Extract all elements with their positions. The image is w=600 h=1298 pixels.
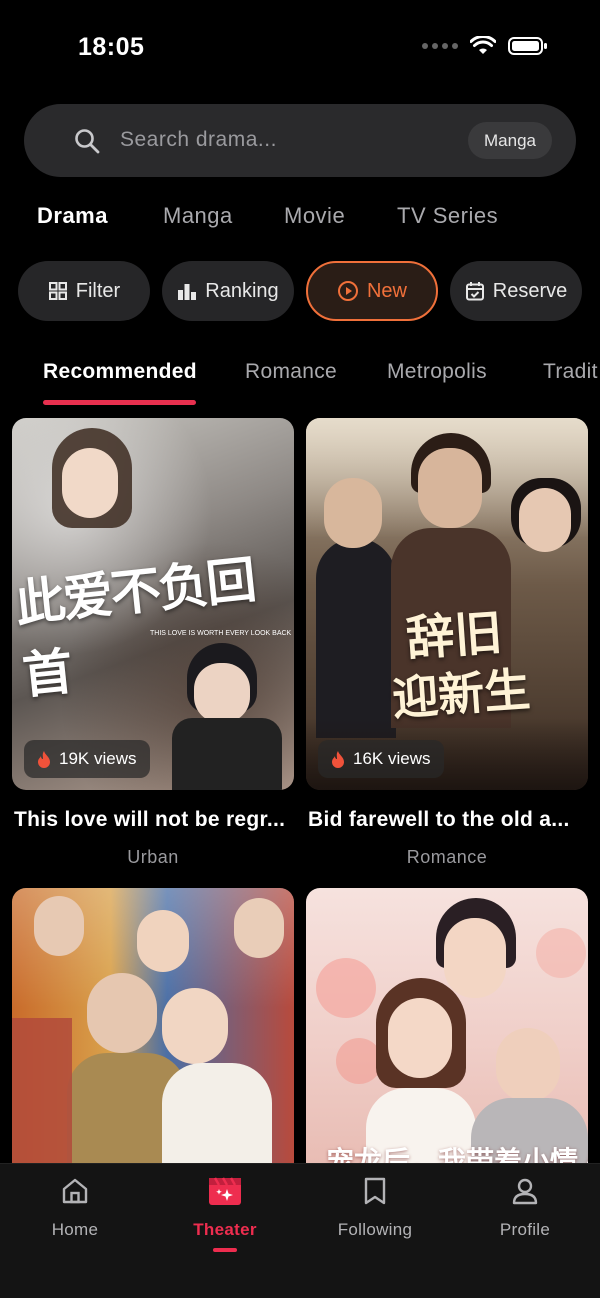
- ranking-button[interactable]: Ranking: [162, 261, 294, 321]
- poster-subtitle-art: THIS LOVE IS WORTH EVERY LOOK BACK: [150, 630, 292, 637]
- views-badge: 16K views: [318, 740, 445, 778]
- views-count: 19K views: [59, 749, 137, 768]
- nav-profile-label: Profile: [499, 1220, 551, 1239]
- views-badge: 19K views: [24, 740, 151, 778]
- genre-tab-indicator: [43, 400, 196, 405]
- tab-movie[interactable]: Movie: [284, 203, 345, 229]
- fire-icon: [332, 751, 344, 768]
- nav-home[interactable]: Home: [0, 1174, 150, 1240]
- bottom-navigation: Home Theater Following Profile: [0, 1163, 600, 1298]
- new-label: New: [366, 279, 407, 302]
- search-input[interactable]: Search drama...: [120, 128, 277, 152]
- nav-following-label: Following: [337, 1220, 413, 1239]
- clapperboard-icon: [209, 1177, 241, 1205]
- poster-title-art: 此爱不负回首: [12, 549, 258, 706]
- bar-chart-icon: [178, 284, 197, 300]
- calendar-check-icon: [465, 282, 484, 301]
- fire-icon: [38, 751, 50, 768]
- card-genre: Urban: [127, 847, 179, 867]
- nav-following[interactable]: Following: [300, 1174, 450, 1240]
- status-time: 18:05: [78, 33, 145, 61]
- genre-tab-traditional[interactable]: Tradit: [543, 360, 598, 384]
- search-bar[interactable]: Search drama... Manga: [24, 104, 576, 177]
- status-icons: [422, 36, 548, 56]
- category-tabs: Drama Manga Movie TV Series: [0, 200, 600, 240]
- poster-image[interactable]: 辞旧 迎新生 16K views: [306, 418, 588, 790]
- person-icon: [512, 1178, 538, 1205]
- poster-title-art-2: 迎新生: [390, 662, 532, 726]
- search-icon: [75, 129, 100, 154]
- drama-card[interactable]: 宠龙后，我带着小情人: [306, 888, 588, 1188]
- poster-image[interactable]: 宠龙后，我带着小情人: [306, 888, 588, 1188]
- bookmark-icon: [364, 1177, 386, 1205]
- genre-tabs: Recommended Romance Metropolis Tradit: [0, 352, 600, 408]
- status-bar: 18:05: [0, 0, 600, 96]
- reserve-label: Reserve: [492, 279, 568, 302]
- nav-home-label: Home: [51, 1220, 99, 1239]
- card-title[interactable]: This love will not be regr...: [14, 808, 298, 832]
- filter-label: Filter: [75, 279, 121, 302]
- new-button[interactable]: New: [306, 261, 438, 321]
- filter-button[interactable]: Filter: [18, 261, 150, 321]
- ranking-label: Ranking: [205, 279, 279, 302]
- card-genre: Romance: [406, 847, 488, 867]
- nav-active-indicator: [213, 1248, 237, 1252]
- cellular-signal-icon: [422, 43, 458, 49]
- grid-icon: [48, 282, 67, 300]
- search-scope-chip[interactable]: Manga: [468, 122, 552, 159]
- wifi-icon: [470, 36, 496, 54]
- card-title[interactable]: Bid farewell to the old a...: [308, 808, 592, 832]
- reserve-button[interactable]: Reserve: [450, 261, 582, 321]
- genre-tab-metropolis[interactable]: Metropolis: [387, 360, 487, 384]
- nav-theater-label: Theater: [193, 1220, 257, 1239]
- tab-tv-series[interactable]: TV Series: [397, 203, 498, 229]
- play-circle-icon: [337, 281, 358, 301]
- genre-tab-romance[interactable]: Romance: [245, 360, 337, 384]
- filter-pills: Filter Ranking New Reserve: [0, 261, 600, 323]
- tab-drama[interactable]: Drama: [37, 203, 108, 229]
- genre-tab-recommended[interactable]: Recommended: [43, 360, 197, 384]
- poster-image[interactable]: 此爱不负回首 THIS LOVE IS WORTH EVERY LOOK BAC…: [12, 418, 294, 790]
- drama-card[interactable]: 辞旧 迎新生 16K views Bid farewell to the old…: [306, 418, 588, 878]
- poster-image[interactable]: [12, 888, 294, 1188]
- drama-card[interactable]: 此爱不负回首 THIS LOVE IS WORTH EVERY LOOK BAC…: [12, 418, 294, 878]
- tab-manga[interactable]: Manga: [163, 203, 233, 229]
- home-icon: [62, 1178, 88, 1204]
- battery-icon: [508, 37, 547, 55]
- nav-theater[interactable]: Theater: [150, 1174, 300, 1252]
- drama-card[interactable]: [12, 888, 294, 1188]
- nav-profile[interactable]: Profile: [450, 1174, 600, 1240]
- views-count: 16K views: [353, 749, 431, 768]
